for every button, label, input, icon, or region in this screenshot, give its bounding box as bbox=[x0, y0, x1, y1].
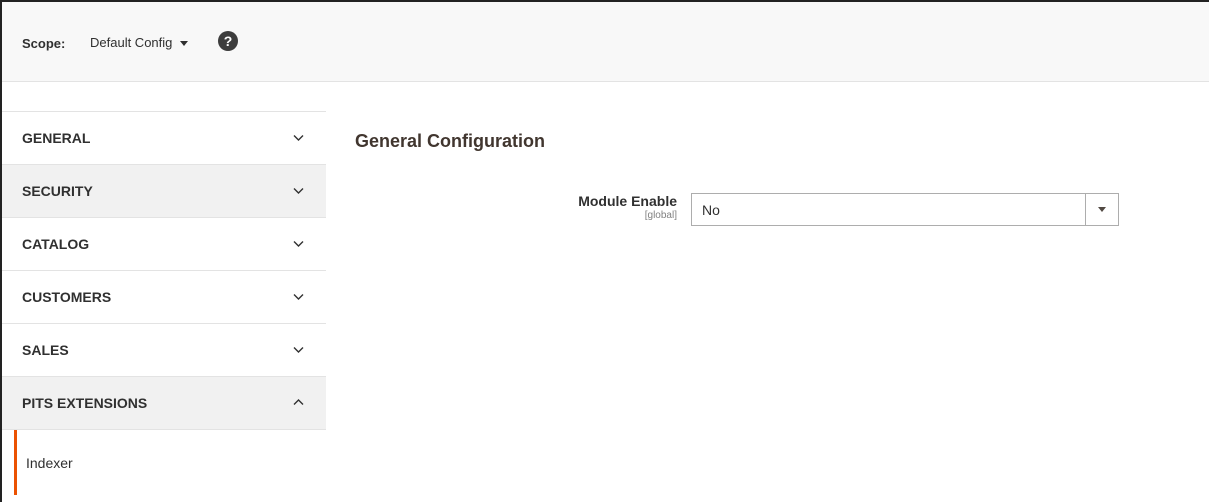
tab-sales[interactable]: SALES bbox=[2, 323, 326, 376]
select-toggle[interactable] bbox=[1085, 194, 1118, 225]
caret-down-icon bbox=[1098, 207, 1106, 212]
field-scope-note: [global] bbox=[644, 210, 677, 221]
question-icon[interactable]: ? bbox=[218, 31, 238, 51]
sidebar-item-label: Indexer bbox=[26, 454, 73, 471]
tab-pits-extensions[interactable]: PITS EXTENSIONS bbox=[2, 376, 326, 429]
tab-label: CATALOG bbox=[22, 236, 90, 252]
chevron-down-icon bbox=[293, 344, 304, 355]
chevron-up-icon bbox=[293, 397, 304, 408]
scope-switcher[interactable]: Default Config bbox=[90, 35, 189, 50]
scope-bar: Scope: Default Config ? bbox=[2, 2, 1209, 82]
module-enable-select[interactable]: No bbox=[691, 193, 1119, 226]
sidebar-item-indexer[interactable]: Indexer bbox=[2, 429, 326, 495]
module-enable-label: Module Enable [global] bbox=[543, 193, 677, 221]
tab-general[interactable]: GENERAL bbox=[2, 111, 326, 164]
section-title: General Configuration bbox=[355, 131, 546, 151]
scope-label: Scope: bbox=[22, 36, 66, 51]
scope-value: Default Config bbox=[90, 35, 173, 50]
tab-label: SECURITY bbox=[22, 183, 93, 199]
chevron-down-icon bbox=[293, 291, 304, 302]
select-value: No bbox=[702, 201, 720, 218]
chevron-down-icon bbox=[293, 185, 304, 196]
tab-label: PITS EXTENSIONS bbox=[22, 395, 148, 411]
tab-label: GENERAL bbox=[22, 130, 91, 146]
tab-label: SALES bbox=[22, 342, 69, 358]
chevron-down-icon bbox=[293, 238, 304, 249]
field-label: Module Enable bbox=[578, 193, 677, 209]
tab-label: CUSTOMERS bbox=[22, 289, 112, 305]
tab-catalog[interactable]: CATALOG bbox=[2, 217, 326, 270]
tab-customers[interactable]: CUSTOMERS bbox=[2, 270, 326, 323]
tab-security[interactable]: SECURITY bbox=[2, 164, 326, 217]
caret-down-icon bbox=[180, 41, 189, 46]
chevron-down-icon bbox=[293, 132, 304, 143]
config-sidebar: GENERAL SECURITY CATALOG CUSTOMERS SALES… bbox=[2, 111, 326, 495]
